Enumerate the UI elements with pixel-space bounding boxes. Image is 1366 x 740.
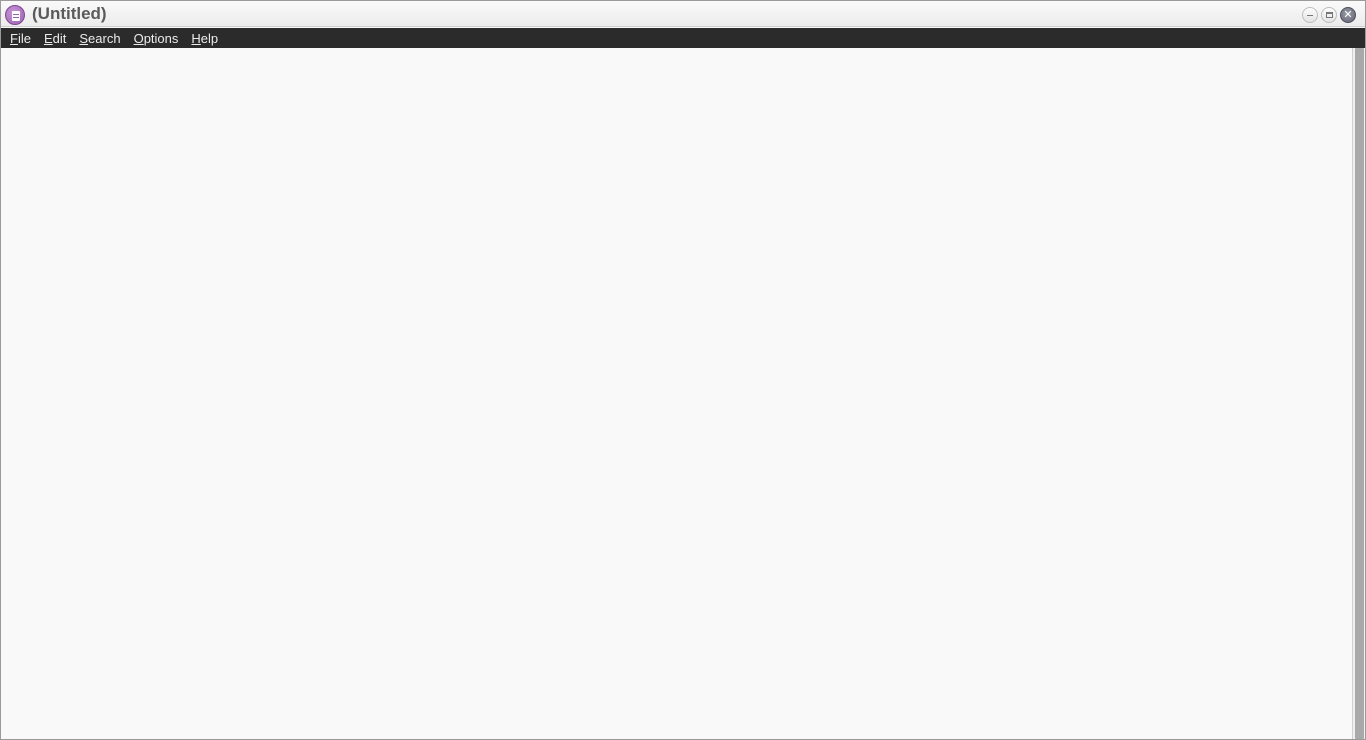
window-title: (Untitled) [32, 4, 107, 23]
menu-help-label: elp [200, 30, 219, 46]
notepad-icon[interactable] [5, 5, 25, 25]
menu-search-mnemonic: S [79, 30, 89, 46]
menu-help-mnemonic: H [191, 30, 201, 46]
menu-file[interactable]: File [5, 29, 36, 48]
menu-search-label: earch [88, 30, 121, 46]
menu-edit-mnemonic: E [43, 30, 53, 46]
menu-file-label: ile [17, 30, 31, 46]
close-button[interactable]: ✕ [1340, 7, 1356, 23]
menu-help[interactable]: Help [186, 29, 223, 48]
menu-search[interactable]: Search [74, 29, 125, 48]
menu-options-mnemonic: O [133, 30, 144, 46]
maximize-icon [1326, 12, 1333, 18]
app-window: (Untitled) ✕ File Edit Search Options He… [0, 0, 1366, 740]
menu-options-label: ptions [143, 30, 179, 46]
minimize-icon [1307, 15, 1313, 16]
menu-edit[interactable]: Edit [39, 29, 71, 48]
close-icon: ✕ [1343, 8, 1353, 21]
scrollbar-thumb[interactable] [1355, 48, 1364, 739]
text-editor-area[interactable] [1, 48, 1352, 739]
menu-options[interactable]: Options [129, 29, 184, 48]
notepad-sheet-glyph [12, 11, 20, 21]
minimize-button[interactable] [1302, 7, 1318, 23]
menu-file-mnemonic: F [10, 30, 18, 46]
menu-bar: File Edit Search Options Help [1, 28, 1365, 48]
vertical-scrollbar[interactable] [1352, 48, 1365, 739]
menu-edit-label: dit [52, 30, 67, 46]
maximize-button[interactable] [1321, 7, 1337, 23]
title-bar[interactable]: (Untitled) ✕ [1, 1, 1365, 27]
